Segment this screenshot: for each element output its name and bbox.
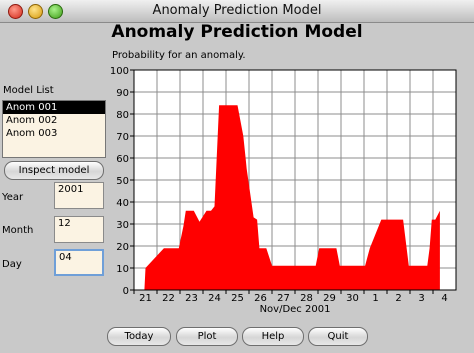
x-tick-label: 27 (277, 293, 290, 304)
y-tick-label: 20 (116, 242, 129, 253)
model-list-label: Model List (3, 85, 54, 96)
y-tick-label: 60 (116, 154, 129, 165)
window-title: Anomaly Prediction Model (152, 3, 322, 18)
anomaly-chart: 010203040506070809010021 22 23 24 25 26 27 28 29… (110, 66, 457, 314)
x-tick-label: 28 (300, 293, 313, 304)
today-button[interactable]: Today (107, 327, 171, 346)
day-field[interactable]: 04 (54, 249, 104, 276)
month-field[interactable]: 12 (54, 216, 104, 243)
month-label: Month (2, 225, 34, 236)
x-tick-label: 3 (418, 293, 424, 304)
x-tick-label: 30 (346, 293, 359, 304)
y-tick-label: 10 (116, 264, 129, 275)
day-label: Day (2, 259, 22, 270)
help-button[interactable]: Help (242, 327, 304, 346)
model-list[interactable]: Anom 001 Anom 002 Anom 003 (2, 100, 106, 158)
page-title: Anomaly Prediction Model (111, 22, 363, 42)
inspect-model-button[interactable]: Inspect model (4, 161, 104, 180)
x-tick-label: 26 (254, 293, 267, 304)
year-field[interactable]: 2001 (54, 182, 104, 209)
quit-button[interactable]: Quit (308, 327, 368, 346)
y-tick-label: 100 (110, 66, 129, 77)
x-tick-label: 21 (139, 293, 152, 304)
x-tick-label: 25 (231, 293, 244, 304)
y-tick-label: 80 (116, 110, 129, 121)
y-tick-label: 90 (116, 88, 129, 99)
title-bar: Anomaly Prediction Model (0, 0, 474, 23)
plot-button[interactable]: Plot (176, 327, 238, 346)
chart-label: Probability for an anomaly. (112, 50, 246, 61)
year-label: Year (2, 192, 24, 203)
y-tick-label: 70 (116, 132, 129, 143)
list-item[interactable]: Anom 002 (3, 114, 105, 127)
x-axis-label: Nov/Dec 2001 (260, 304, 331, 314)
y-tick-label: 30 (116, 220, 129, 231)
x-tick-label: 29 (323, 293, 336, 304)
x-tick-label: 1 (372, 293, 378, 304)
y-tick-label: 0 (123, 286, 129, 297)
x-tick-label: 24 (208, 293, 221, 304)
y-tick-label: 40 (116, 198, 129, 209)
list-item[interactable]: Anom 001 (3, 101, 105, 114)
x-tick-label: 23 (185, 293, 198, 304)
x-tick-label: 2 (395, 293, 401, 304)
list-item[interactable]: Anom 003 (3, 127, 105, 140)
y-tick-label: 50 (116, 176, 129, 187)
x-tick-label: 4 (441, 293, 447, 304)
x-tick-label: 22 (162, 293, 175, 304)
